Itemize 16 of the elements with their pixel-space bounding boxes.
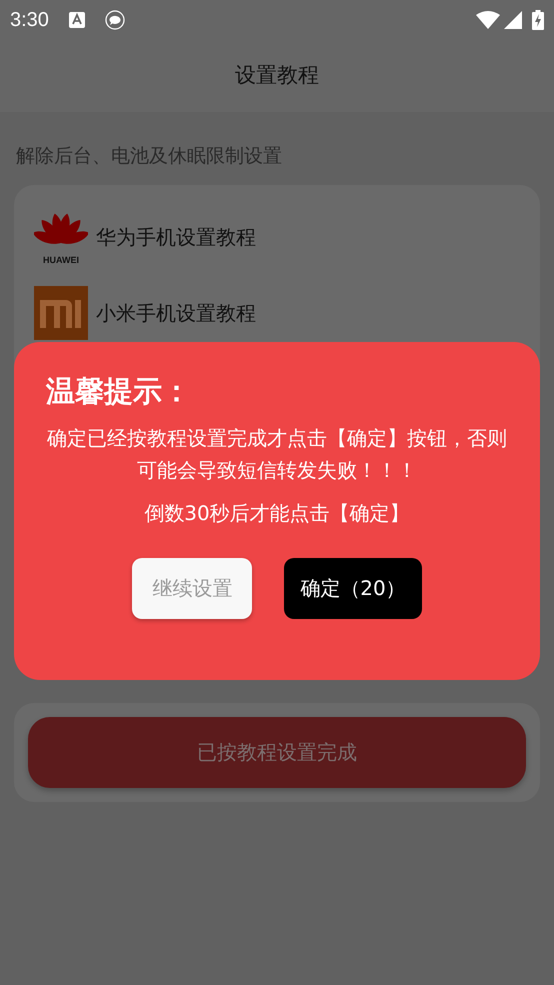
tutorial-item[interactable]: 华为手机设置教程 [96,222,256,252]
dialog-title: 温馨提示： [46,373,192,410]
keyboard-app-icon [68,12,85,28]
chat-bubble-icon [104,10,125,30]
status-time: 3:30 [10,8,49,33]
screen-title: 设置教程 [235,62,319,90]
confirm-button[interactable]: 确定（20） [284,558,422,618]
mi-logo-icon [34,286,88,340]
wifi-icon [476,11,500,29]
tutorial-item[interactable]: 小米手机设置教程 [96,298,256,328]
countdown-text: 倒数30秒后才能点击【确定】 [143,500,411,526]
dialog-message: 确定已经按教程设置完成才点击【确定】按钮，否则可能会导致短信转发失败！！！ [46,424,508,484]
battery-charging-icon [532,10,544,30]
continue-button[interactable]: 继续设置 [132,558,252,618]
signal-icon [504,11,522,29]
done-button[interactable]: 已按教程设置完成 [28,716,526,788]
